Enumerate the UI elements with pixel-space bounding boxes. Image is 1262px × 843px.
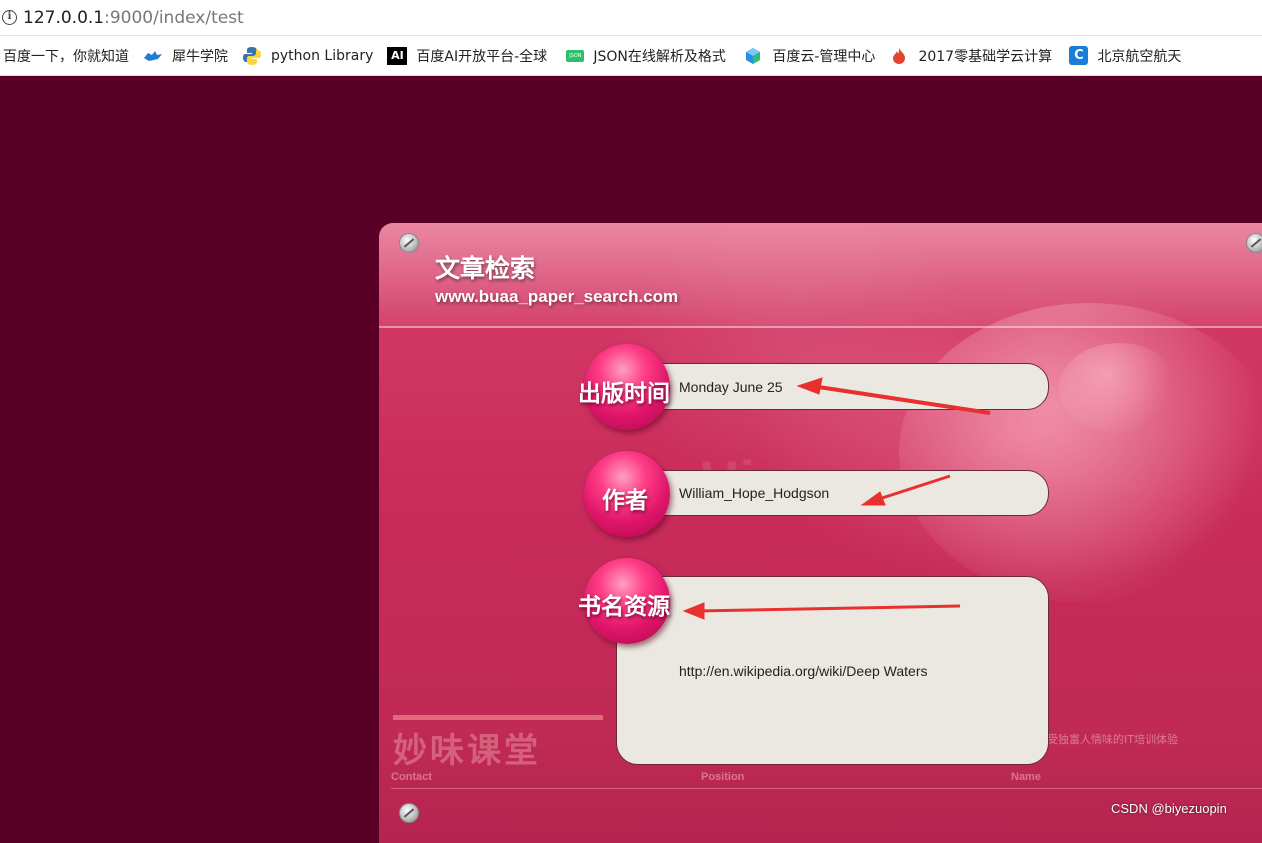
- address-bar[interactable]: i 127.0.0.1:9000/index/test: [0, 0, 1262, 36]
- bookmark-label: 2017零基础学云计算: [918, 48, 1053, 65]
- site-url: www.buaa_paper_search.com: [435, 287, 679, 306]
- page-title: 文章检索: [435, 254, 536, 283]
- footer-divider: [391, 788, 1262, 789]
- bookmark-python[interactable]: python Library: [242, 46, 373, 66]
- bookmark-label: 百度一下，你就知道: [3, 48, 129, 65]
- bookmark-label: 北京航空航天: [1097, 48, 1182, 65]
- date-field[interactable]: Monday June 25: [616, 363, 1049, 410]
- date-value: Monday June 25: [679, 379, 783, 395]
- cube-icon: [743, 46, 763, 66]
- screw-icon: [1246, 233, 1262, 253]
- bookmark-label: python Library: [271, 47, 374, 64]
- source-value: http://en.wikipedia.org/wiki/Deep Waters: [679, 663, 928, 679]
- author-value: William_Hope_Hodgson: [679, 485, 830, 501]
- decor-blob: [1059, 343, 1179, 433]
- bookmark-label: 犀牛学院: [172, 48, 228, 65]
- csdn-watermark: CSDN @biyezuopin: [1111, 801, 1227, 816]
- bookmark-label: JSON在线解析及格式: [593, 48, 726, 65]
- screw-icon: [399, 233, 419, 253]
- footer-tagline: 受独富人情味的IT培训体验: [1047, 733, 1178, 746]
- json-icon: JSON: [566, 49, 585, 62]
- bookmark-baidu[interactable]: 百度一下，你就知道: [3, 46, 129, 66]
- bookmark-xiniu[interactable]: 犀牛学院: [143, 46, 228, 66]
- c-icon: C: [1069, 46, 1089, 65]
- bookmark-label: 百度AI开放平台-全球: [416, 48, 548, 65]
- footer-brand: 妙味课堂: [393, 715, 603, 772]
- bookmark-baidu-ai[interactable]: AI 百度AI开放平台-全球: [387, 46, 552, 66]
- url-path: :9000/index/test: [104, 7, 244, 28]
- footer-col-position: Position: [701, 771, 745, 783]
- footer-col-name: Name: [1011, 771, 1041, 783]
- bookmark-json[interactable]: JSON JSON在线解析及格式: [566, 46, 729, 66]
- bookmark-cloud-course[interactable]: 2017零基础学云计算: [889, 46, 1055, 66]
- author-label: 作者: [602, 488, 648, 514]
- bookmark-label: 百度云-管理中心: [772, 48, 876, 65]
- source-field[interactable]: http://en.wikipedia.org/wiki/Deep Waters: [616, 576, 1049, 765]
- author-field[interactable]: William_Hope_Hodgson: [616, 470, 1049, 516]
- screw-icon: [399, 803, 419, 823]
- bookmark-baidu-cloud[interactable]: 百度云-管理中心: [743, 46, 875, 66]
- flame-icon: [889, 46, 909, 66]
- bookmarks-bar: 百度一下，你就知道 犀牛学院 python Library AI 百度AI开放平…: [0, 36, 1262, 76]
- ai-icon: AI: [387, 46, 408, 65]
- rhino-icon: [143, 46, 163, 66]
- date-label: 出版时间: [578, 381, 670, 407]
- page-background: 文章检索 www.buaa_paper_search.com Hicoy.com…: [0, 77, 1262, 843]
- source-label: 书名资源: [578, 594, 670, 620]
- python-icon: [242, 46, 262, 66]
- info-icon[interactable]: i: [2, 10, 17, 25]
- bookmark-buaa[interactable]: C 北京航空航天: [1069, 46, 1181, 66]
- footer-col-contact: Contact: [391, 771, 432, 783]
- url-host: 127.0.0.1: [23, 7, 105, 28]
- url-text[interactable]: 127.0.0.1:9000/index/test: [23, 8, 244, 28]
